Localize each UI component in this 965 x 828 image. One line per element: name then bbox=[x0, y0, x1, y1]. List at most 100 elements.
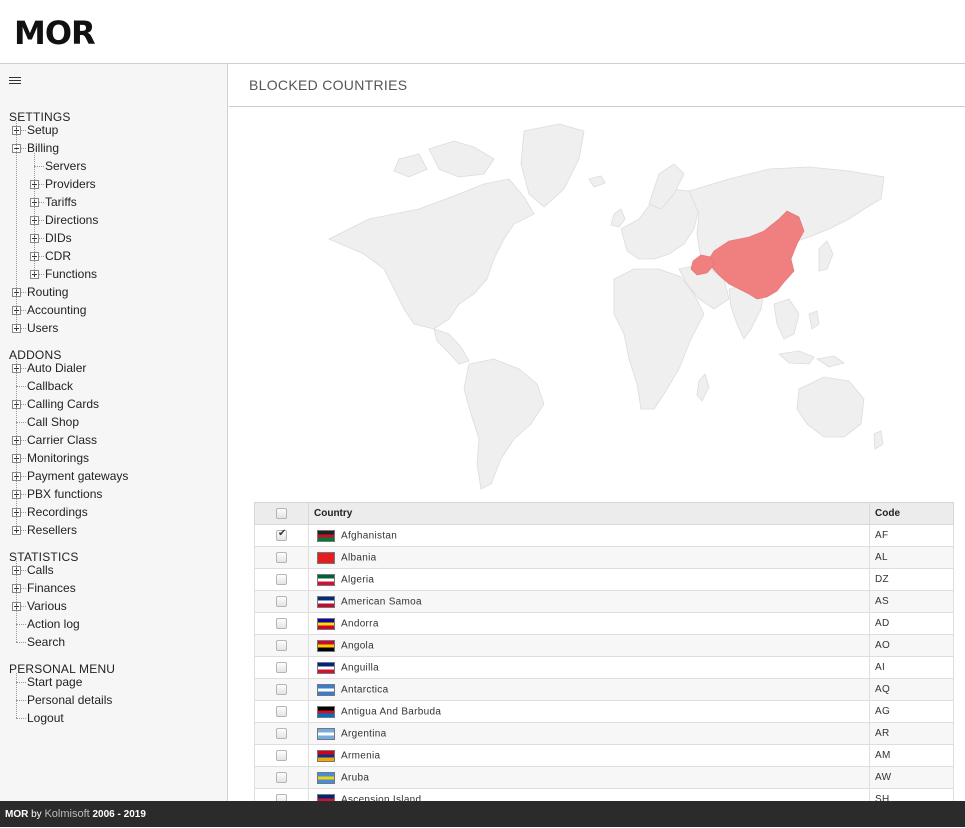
sidebar-item-various[interactable]: Various bbox=[0, 597, 226, 615]
sidebar-item-label: Directions bbox=[45, 213, 99, 227]
sidebar-item-action-log[interactable]: Action log bbox=[0, 615, 226, 633]
footer-company-link[interactable]: Kolmisoft bbox=[44, 808, 89, 820]
row-checkbox[interactable] bbox=[276, 573, 287, 585]
country-name: Antigua And Barbuda bbox=[341, 706, 442, 717]
column-header-country[interactable]: Country bbox=[308, 502, 870, 525]
sidebar-item-personal-details[interactable]: Personal details bbox=[0, 691, 226, 709]
sidebar-item-payment-gateways[interactable]: Payment gateways bbox=[0, 467, 226, 485]
country-code: DZ bbox=[869, 568, 954, 591]
country-name: Argentina bbox=[341, 728, 387, 739]
main-content: BLOCKED COUNTRIES Country Code ✔ Afghani… bbox=[229, 64, 965, 801]
row-checkbox[interactable] bbox=[276, 551, 287, 563]
row-checkbox[interactable] bbox=[276, 705, 287, 717]
row-select-cell bbox=[254, 656, 309, 679]
sidebar-item-label: Personal details bbox=[27, 693, 113, 707]
table-row[interactable]: Angola AO bbox=[254, 634, 954, 657]
table-row[interactable]: Anguilla AI bbox=[254, 656, 954, 679]
sidebar-item-label: Calling Cards bbox=[27, 397, 100, 411]
table-row[interactable]: Afghanistan AF bbox=[254, 524, 954, 547]
row-checkbox[interactable] bbox=[276, 793, 287, 801]
sidebar-item-auto-dialer[interactable]: Auto Dialer bbox=[0, 359, 226, 377]
header: MOR bbox=[0, 0, 965, 64]
table-header-row: Country Code bbox=[254, 502, 954, 525]
row-checkbox[interactable] bbox=[276, 727, 287, 739]
table-row[interactable]: Albania AL bbox=[254, 546, 954, 569]
country-cell: Anguilla bbox=[308, 656, 870, 679]
flag-icon bbox=[317, 727, 335, 740]
sidebar-item-finances[interactable]: Finances bbox=[0, 579, 226, 597]
table-row[interactable]: Antarctica AQ bbox=[254, 678, 954, 701]
country-code: AL bbox=[869, 546, 954, 569]
table-row[interactable]: Antigua And Barbuda AG bbox=[254, 700, 954, 723]
sidebar-item-accounting[interactable]: Accounting bbox=[0, 301, 226, 319]
country-code: AW bbox=[869, 766, 954, 789]
row-checkbox[interactable] bbox=[276, 749, 287, 761]
sidebar-item-routing[interactable]: Routing bbox=[0, 283, 226, 301]
row-checkbox[interactable] bbox=[276, 617, 287, 629]
column-header-code[interactable]: Code bbox=[869, 502, 954, 525]
sidebar-item-label: DIDs bbox=[45, 231, 72, 245]
row-select-cell bbox=[254, 788, 309, 801]
country-code: AI bbox=[869, 656, 954, 679]
sidebar-item-calling-cards[interactable]: Calling Cards bbox=[0, 395, 226, 413]
country-name: Aruba bbox=[341, 772, 370, 783]
sidebar-item-call-shop[interactable]: Call Shop bbox=[0, 413, 226, 431]
sidebar-item-setup[interactable]: Setup bbox=[0, 121, 226, 139]
sidebar-item-carrier-class[interactable]: Carrier Class bbox=[0, 431, 226, 449]
country-cell: American Samoa bbox=[308, 590, 870, 613]
map-japan bbox=[818, 240, 834, 272]
table-row[interactable]: American Samoa AS bbox=[254, 590, 954, 613]
map-south-america bbox=[463, 358, 545, 490]
row-checkbox[interactable] bbox=[276, 683, 287, 695]
sidebar-item-label: Call Shop bbox=[27, 415, 80, 429]
row-select-cell bbox=[254, 590, 309, 613]
sidebar-item-search[interactable]: Search bbox=[0, 633, 226, 651]
table-row[interactable]: Ascension Island SH bbox=[254, 788, 954, 801]
country-code: AO bbox=[869, 634, 954, 657]
country-cell: Antarctica bbox=[308, 678, 870, 701]
sidebar-item-calls[interactable]: Calls bbox=[0, 561, 226, 579]
row-select-cell bbox=[254, 568, 309, 591]
sidebar-item-monitorings[interactable]: Monitorings bbox=[0, 449, 226, 467]
sidebar-item-start-page[interactable]: Start page bbox=[0, 673, 226, 691]
row-checkbox[interactable] bbox=[276, 639, 287, 651]
table-row[interactable]: Armenia AM bbox=[254, 744, 954, 767]
row-select-cell bbox=[254, 700, 309, 723]
sidebar-item-logout[interactable]: Logout bbox=[0, 709, 226, 727]
table-row[interactable]: Algeria DZ bbox=[254, 568, 954, 591]
sidebar-item-label: Accounting bbox=[27, 303, 87, 317]
hamburger-icon[interactable] bbox=[9, 77, 21, 87]
sidebar-item-label: Callback bbox=[27, 379, 74, 393]
country-cell: Algeria bbox=[308, 568, 870, 591]
map-arctic-islands bbox=[428, 140, 495, 178]
sidebar-item-label: Functions bbox=[45, 267, 98, 281]
flag-icon bbox=[317, 639, 335, 652]
logo[interactable]: MOR bbox=[14, 14, 96, 52]
sidebar-item-pbx-functions[interactable]: PBX functions bbox=[0, 485, 226, 503]
row-checkbox[interactable] bbox=[276, 771, 287, 783]
country-code: AM bbox=[869, 744, 954, 767]
country-cell: Albania bbox=[308, 546, 870, 569]
row-checkbox[interactable] bbox=[276, 595, 287, 607]
country-name: Ascension Island bbox=[341, 794, 422, 801]
flag-icon bbox=[317, 793, 335, 801]
map-se-asia bbox=[773, 298, 800, 340]
sidebar-item-resellers[interactable]: Resellers bbox=[0, 521, 226, 539]
flag-icon bbox=[317, 529, 335, 542]
flag-icon bbox=[317, 683, 335, 696]
table-row[interactable]: Aruba AW bbox=[254, 766, 954, 789]
table-row[interactable]: Argentina AR bbox=[254, 722, 954, 745]
row-checkbox[interactable] bbox=[276, 661, 287, 673]
map-north-america bbox=[328, 178, 535, 330]
sidebar-item-users[interactable]: Users bbox=[0, 319, 226, 337]
flag-icon bbox=[317, 551, 335, 564]
table-row[interactable]: Andorra AD bbox=[254, 612, 954, 635]
sidebar-item-label: Auto Dialer bbox=[27, 361, 87, 375]
sidebar-item-callback[interactable]: Callback bbox=[0, 377, 226, 395]
map-greenland bbox=[520, 123, 585, 208]
row-checkbox[interactable] bbox=[276, 528, 287, 541]
sidebar: SETTINGS Setup Billing Servers Providers Tari… bbox=[0, 64, 228, 801]
sidebar-item-recordings[interactable]: Recordings bbox=[0, 503, 226, 521]
select-all-checkbox[interactable] bbox=[276, 507, 287, 519]
sidebar-item-label: Billing bbox=[27, 141, 60, 155]
